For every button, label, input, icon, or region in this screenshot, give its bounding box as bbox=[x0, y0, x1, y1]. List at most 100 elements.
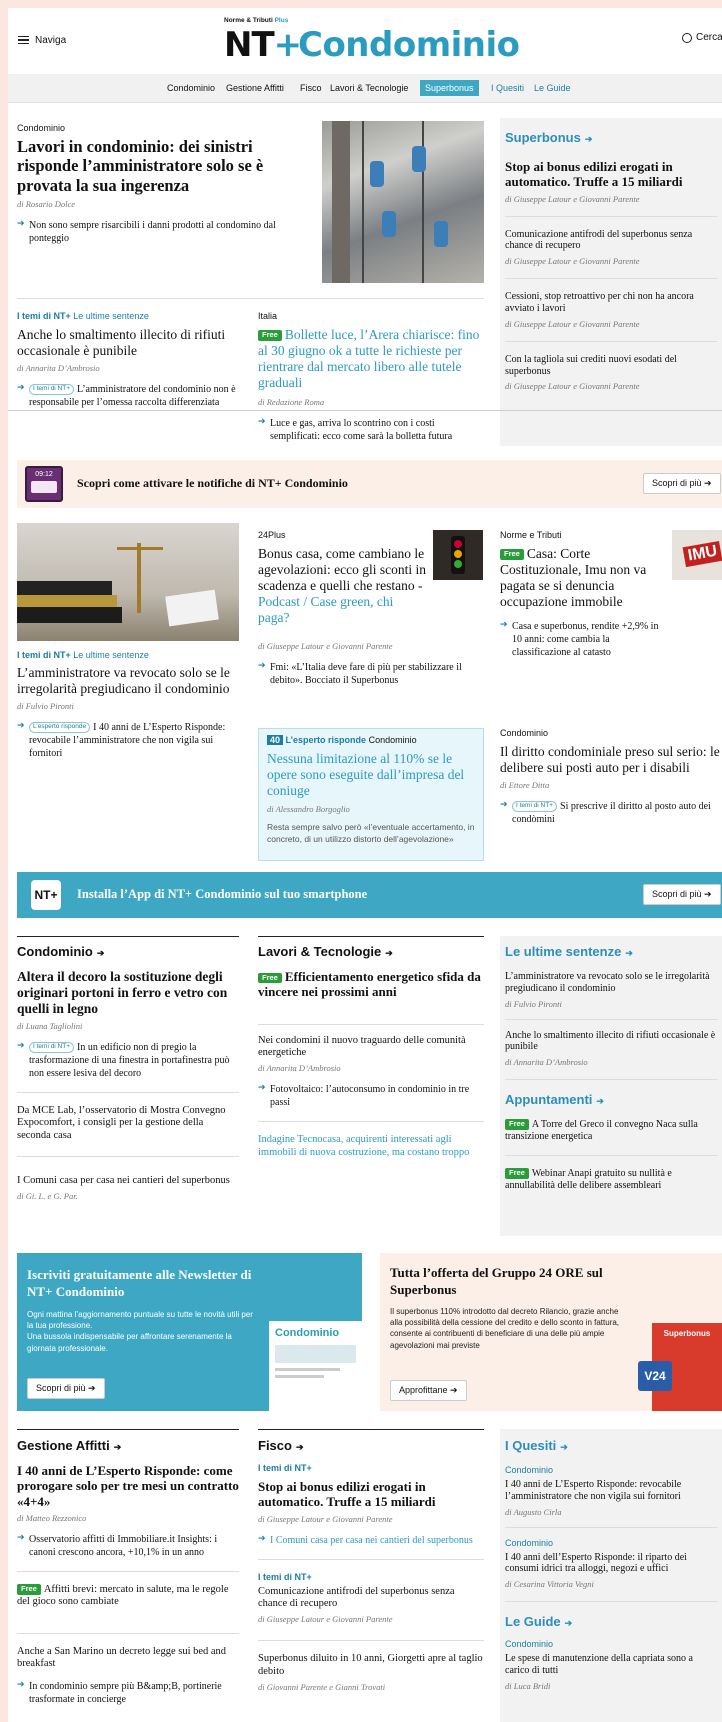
story2-bullet[interactable]: I temi di NT+L’amministratore del condom… bbox=[17, 383, 239, 409]
section-sentenze: Le ultime sentenze ➔ L’amministratore va … bbox=[505, 944, 717, 1191]
app-banner: NT+ Installa l’App di NT+ Condominio sul… bbox=[17, 872, 722, 918]
condominio-item[interactable]: Da MCE Lab, l’osservatorio di Mostra Con… bbox=[17, 1105, 239, 1142]
notify-banner: 09:12 Scopri come attivare le notifiche … bbox=[17, 460, 722, 508]
nav-item-gestione-affitti[interactable]: Gestione Affitti bbox=[226, 83, 284, 93]
story2-kicker-a[interactable]: I temi di NT+ bbox=[17, 311, 71, 321]
revoca-title[interactable]: L’amministratore va revocato solo se le … bbox=[17, 665, 239, 697]
sentenze-item[interactable]: Anche lo smaltimento illecito di rifiuti… bbox=[505, 1030, 717, 1068]
section-condominio-title[interactable]: Condominio ➔ bbox=[17, 944, 239, 959]
esperto-box[interactable]: 40 L’esperto risponde Condominio Nessuna… bbox=[258, 728, 484, 861]
superbonus-item[interactable]: Cessioni, stop retroattivo per chi non h… bbox=[505, 291, 717, 329]
revoca-bullet[interactable]: L’esperto rispondeI 40 anni de L’Esperto… bbox=[17, 721, 239, 760]
search-icon bbox=[682, 32, 692, 43]
revoca-image bbox=[17, 523, 239, 641]
superbonus-title[interactable]: Superbonus ➔ bbox=[505, 130, 717, 145]
affitti-lead[interactable]: I 40 anni de L’Esperto Risponde: come pr… bbox=[17, 1463, 239, 1509]
story-rifiuti[interactable]: I temi di NT+ Le ultime sentenze Anche l… bbox=[17, 311, 239, 409]
phone-icon: 09:12 bbox=[25, 466, 63, 502]
affitti-bullet[interactable]: In condominio sempre più B&amp;B, portin… bbox=[17, 1680, 239, 1706]
nav-item-superbonus[interactable]: Superbonus bbox=[420, 80, 479, 96]
story3-bullet[interactable]: Luce e gas, arriva lo scontrino con i co… bbox=[258, 417, 484, 443]
fisco-bullet[interactable]: I Comuni casa per casa nei cantieri del … bbox=[258, 1534, 484, 1547]
offer-box: Tutta l’offerta del Gruppo 24 ORE sul Su… bbox=[380, 1253, 722, 1411]
lavori-lead[interactable]: Free Efficientamento energetico sfida da … bbox=[258, 969, 484, 1000]
superbonus-list: Superbonus ➔ Stop ai bonus edilizi erogat… bbox=[505, 130, 717, 391]
fisco-lead[interactable]: Stop ai bonus edilizi erogati in automat… bbox=[258, 1479, 484, 1510]
appuntamenti-title[interactable]: Appuntamenti ➔ bbox=[505, 1092, 717, 1107]
nav-item-le-guide[interactable]: Le Guide bbox=[534, 83, 571, 93]
story3-kicker: Italia bbox=[258, 311, 278, 321]
condominio-bullet[interactable]: I temi di NT+In un edificio non di pregi… bbox=[17, 1041, 239, 1080]
lead-title[interactable]: Lavori in condominio: dei sinistri rispo… bbox=[17, 137, 297, 195]
disabili-bullet[interactable]: I temi di NT+Si prescrive il diritto al … bbox=[500, 800, 722, 826]
superbonus-item[interactable]: Stop ai bonus edilizi erogati in automat… bbox=[505, 159, 717, 204]
logo-top-plus: Plus bbox=[274, 17, 289, 24]
section-fisco-title[interactable]: Fisco ➔ bbox=[258, 1438, 484, 1453]
quesiti-title[interactable]: I Quesiti ➔ bbox=[505, 1438, 717, 1453]
newsletter-button[interactable]: Scopri di più ➔ bbox=[27, 1378, 105, 1399]
phone-time: 09:12 bbox=[35, 471, 53, 478]
logo[interactable]: Norme & Tributi Plus NT+ Condominio bbox=[218, 17, 538, 69]
fisco-item[interactable]: Comunicazione antifrodi del superbonus s… bbox=[258, 1586, 484, 1611]
hamburger-icon bbox=[18, 36, 29, 44]
story2-title[interactable]: Anche lo smaltimento illecito di rifiuti… bbox=[17, 327, 239, 359]
imu-image: IMU bbox=[672, 530, 722, 580]
sentenze-item[interactable]: L’amministratore va revocato solo se le … bbox=[505, 971, 717, 1009]
story3-title[interactable]: Free Bollette luce, l’Arera chiarisce: fi… bbox=[258, 327, 484, 391]
affitti-item[interactable]: Anche a San Marino un decreto legge sui … bbox=[17, 1646, 239, 1671]
quesiti-item[interactable]: Condominio I 40 anni dell’Esperto Rispon… bbox=[505, 1538, 717, 1590]
notify-button[interactable]: Scopri di più ➔ bbox=[643, 473, 721, 494]
bonus-casa-bullet[interactable]: Fmi: «L’Italia deve fare di più per stab… bbox=[258, 661, 484, 687]
story-disabili[interactable]: Condominio Il diritto condominiale preso… bbox=[500, 728, 722, 826]
lavori-item[interactable]: Nei condomini il nuovo traguardo delle c… bbox=[258, 1035, 484, 1060]
imu-bullet[interactable]: Casa e superbonus, rendite +2,9% in 10 a… bbox=[500, 620, 660, 659]
nav-item-lavori-tecnologie[interactable]: Lavori & Tecnologie bbox=[330, 83, 408, 93]
story-revoca[interactable]: I temi di NT+ Le ultime sentenze L’ammin… bbox=[17, 650, 239, 760]
section-lavori-title[interactable]: Lavori & Tecnologie ➔ bbox=[258, 944, 484, 959]
page: Naviga Norme & Tributi Plus NT+ Condomin… bbox=[8, 8, 722, 1722]
fisco-item[interactable]: Superbonus diluito in 10 anni, Giorgetti… bbox=[258, 1653, 484, 1678]
notify-text: Scopri come attivare le notifiche di NT+… bbox=[77, 476, 348, 490]
condominio-lead[interactable]: Altera il decoro la sostituzione degli o… bbox=[17, 969, 239, 1017]
section-affitti: Gestione Affitti ➔ I 40 anni de L’Esperto… bbox=[17, 1438, 239, 1706]
section-condominio: Condominio ➔ Altera il decoro la sostituz… bbox=[17, 944, 239, 1201]
lead-bullet[interactable]: Non sono sempre risarcibili i danni prod… bbox=[17, 219, 297, 245]
guide-title[interactable]: Le Guide ➔ bbox=[505, 1614, 717, 1629]
menu-button[interactable]: Naviga bbox=[18, 32, 66, 48]
story2-pill: I temi di NT+ bbox=[29, 384, 75, 395]
nav-item-i-quesiti[interactable]: I Quesiti bbox=[491, 83, 524, 93]
logo-title: Condominio bbox=[298, 25, 520, 65]
story-bollette[interactable]: Italia Free Bollette luce, l’Arera chiari… bbox=[258, 311, 484, 443]
newsletter-mock: Condominio bbox=[269, 1321, 362, 1411]
superbonus-item[interactable]: Con la tagliola sui crediti nuovi esodat… bbox=[505, 354, 717, 392]
search-label: Cerca bbox=[696, 32, 722, 43]
section-quesiti: I Quesiti ➔ Condominio I 40 anni de L’Esp… bbox=[505, 1438, 717, 1691]
lavori-bullet[interactable]: Fotovoltaico: l’autoconsumo in condomini… bbox=[258, 1083, 484, 1109]
lead-article[interactable]: Condominio Lavori in condominio: dei sin… bbox=[17, 123, 297, 245]
guide-item[interactable]: Condominio Le spese di manutenzione dell… bbox=[505, 1639, 717, 1691]
story-imu[interactable]: Norme e Tributi Free Casa: Corte Costituz… bbox=[500, 530, 660, 659]
affitti-bullet[interactable]: Osservatorio affitti di Immobiliare.it I… bbox=[17, 1533, 239, 1559]
lead-image bbox=[322, 121, 484, 283]
offer-button[interactable]: Approfittane ➔ bbox=[390, 1380, 467, 1401]
offer-title: Tutta l’offerta del Gruppo 24 ORE sul Su… bbox=[390, 1265, 603, 1297]
free-badge: Free bbox=[258, 330, 282, 342]
lavori-item[interactable]: Indagine Tecnocasa, acquirenti interessa… bbox=[258, 1134, 484, 1159]
story-bonus-casa[interactable]: 24Plus Bonus casa, come cambiano le agev… bbox=[258, 530, 426, 626]
app-icon: NT+ bbox=[31, 880, 61, 910]
section-affitti-title[interactable]: Gestione Affitti ➔ bbox=[17, 1438, 239, 1453]
search-button[interactable]: Cerca bbox=[682, 32, 722, 43]
condominio-item[interactable]: I Comuni casa per casa nei cantieri del … bbox=[17, 1175, 239, 1187]
sentenze-title[interactable]: Le ultime sentenze ➔ bbox=[505, 944, 717, 959]
nav-item-condominio[interactable]: Condominio bbox=[167, 83, 215, 93]
app-button[interactable]: Scopri di più ➔ bbox=[643, 884, 721, 905]
appuntamenti-item[interactable]: Free A Torre del Greco il convegno Naca s… bbox=[505, 1119, 717, 1143]
quesiti-item[interactable]: Condominio I 40 anni de L’Esperto Rispon… bbox=[505, 1465, 717, 1517]
traffic-image bbox=[433, 530, 483, 580]
story2-kicker-b[interactable]: Le ultime sentenze bbox=[73, 311, 149, 321]
nav-bar: Condominio Gestione Affitti Fisco Lavori… bbox=[8, 74, 722, 103]
affitti-item[interactable]: Free Affitti brevi: mercato in salute, ma… bbox=[17, 1584, 239, 1609]
appuntamenti-item[interactable]: Free Webinar Anapi gratuito su nullità e … bbox=[505, 1168, 717, 1192]
nav-item-fisco[interactable]: Fisco bbox=[300, 83, 322, 93]
superbonus-item[interactable]: Comunicazione antifrodi del superbonus s… bbox=[505, 229, 717, 267]
